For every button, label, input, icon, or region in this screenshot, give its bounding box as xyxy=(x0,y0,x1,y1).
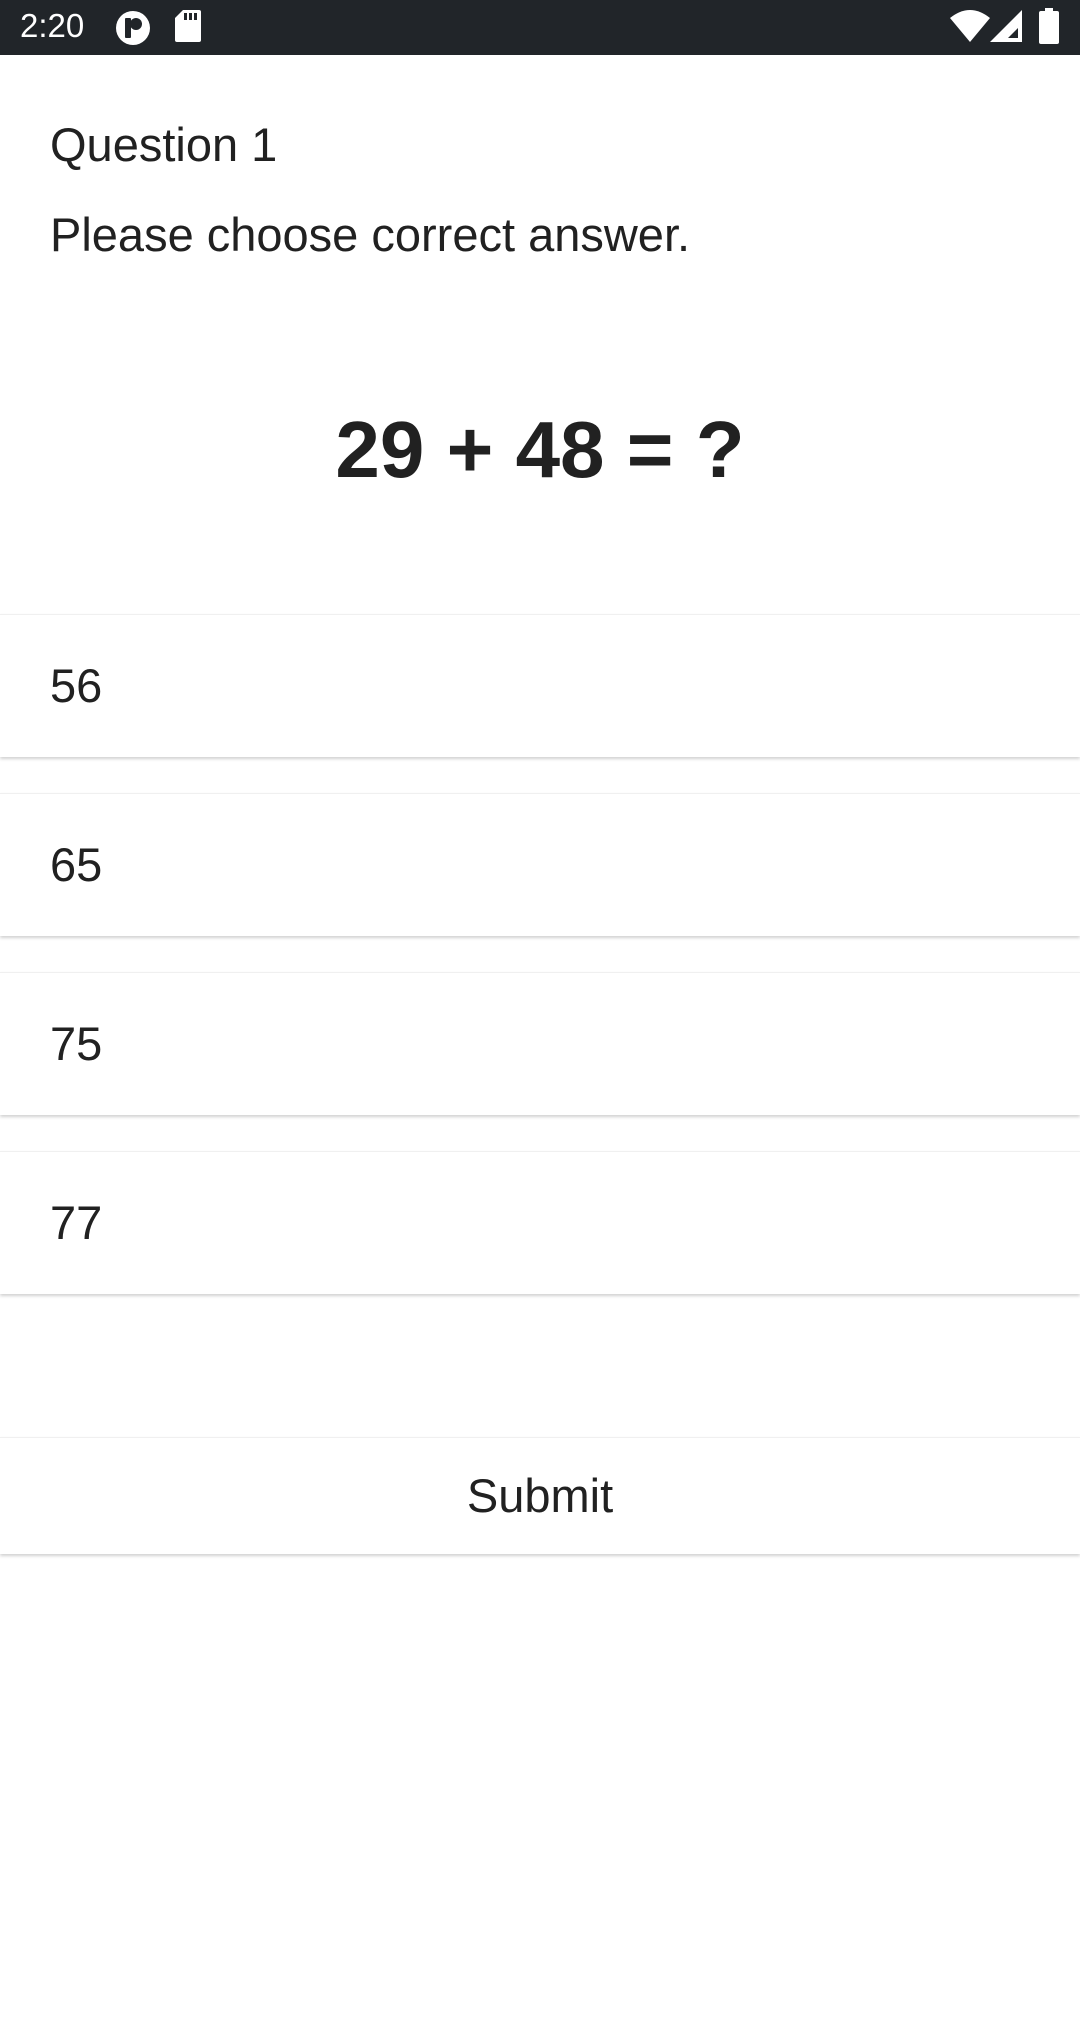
question-instruction: Please choose correct answer. xyxy=(50,208,691,261)
answer-option-label: 75 xyxy=(50,1017,103,1070)
cell-signal-icon xyxy=(990,10,1022,42)
question-equation: 29 + 48 = ? xyxy=(335,405,745,494)
answer-option-label: 77 xyxy=(50,1196,103,1249)
status-time: 2:20 xyxy=(20,7,85,44)
answer-option[interactable]: 65 xyxy=(0,793,1080,936)
battery-icon xyxy=(1039,8,1059,44)
answer-option-label: 65 xyxy=(50,838,103,891)
answer-option-label: 56 xyxy=(50,659,103,712)
answer-option[interactable]: 56 xyxy=(0,614,1080,757)
wifi-icon xyxy=(950,10,990,42)
app-notification-icon xyxy=(116,11,150,45)
quiz-screen: Question 1 Please choose correct answer.… xyxy=(0,55,1080,2032)
submit-button[interactable]: Submit xyxy=(0,1437,1080,1554)
question-title: Question 1 xyxy=(50,118,278,171)
answer-option[interactable]: 77 xyxy=(0,1151,1080,1294)
sd-card-icon xyxy=(175,10,201,42)
status-bar: 2:20 xyxy=(0,0,1080,55)
answer-option[interactable]: 75 xyxy=(0,972,1080,1115)
